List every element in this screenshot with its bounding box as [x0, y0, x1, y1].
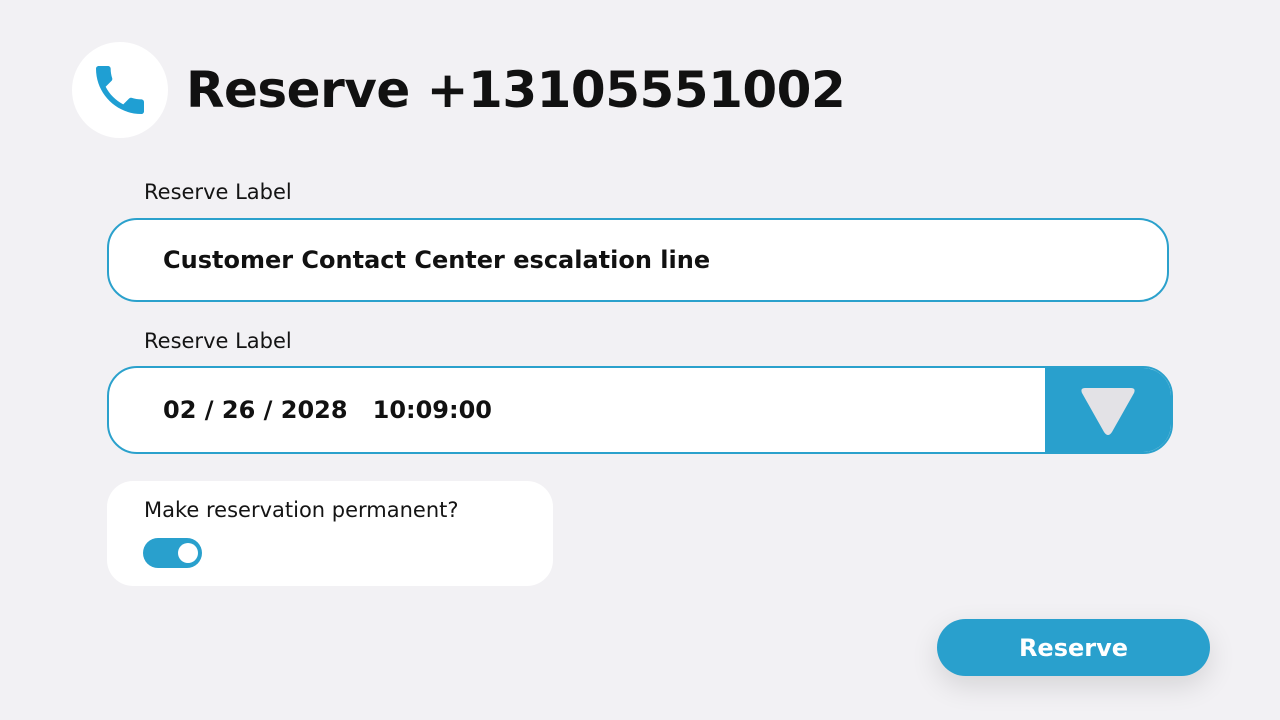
datetime-value: 02 / 26 / 2028 10:09:00 — [163, 396, 493, 424]
permanent-label: Make reservation permanent? — [144, 498, 459, 522]
phone-avatar — [72, 42, 168, 138]
permanent-card: Make reservation permanent? — [107, 481, 553, 586]
reserve-button[interactable]: Reserve — [937, 619, 1210, 676]
reserve-label-value: Customer Contact Center escalation line — [163, 246, 711, 274]
page-title: Reserve +13105551002 — [186, 61, 846, 119]
toggle-knob — [178, 543, 198, 563]
reserve-label-input[interactable]: Customer Contact Center escalation line — [107, 218, 1169, 302]
datetime-caption: Reserve Label — [144, 329, 292, 353]
datetime-dropdown-button[interactable] — [1045, 368, 1171, 452]
reserve-label-caption: Reserve Label — [144, 180, 292, 204]
datetime-input[interactable]: 02 / 26 / 2028 10:09:00 — [107, 366, 1173, 454]
header: Reserve +13105551002 — [72, 42, 846, 138]
reserve-dialog: Reserve +13105551002 Reserve Label Custo… — [0, 0, 1280, 720]
permanent-toggle[interactable] — [143, 538, 202, 568]
triangle-down-icon — [1081, 388, 1135, 435]
phone-icon — [96, 66, 144, 114]
